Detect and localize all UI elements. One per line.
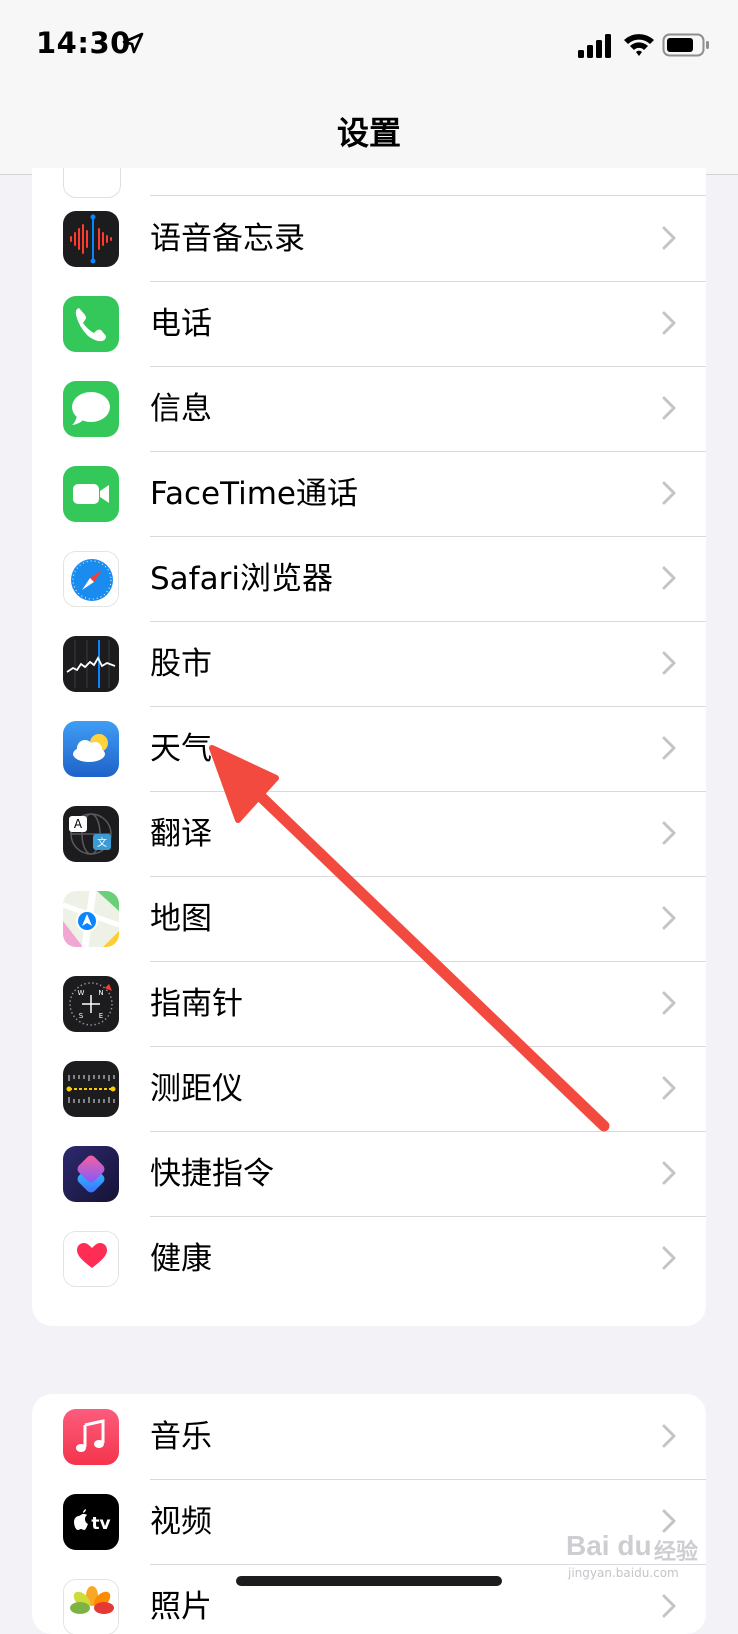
settings-group-apps: 语音备忘录 电话 信息 FaceTime通话 Safari浏览器 股市 天气 A… [32, 168, 706, 1326]
safari-icon [63, 551, 119, 607]
list-item-label: 音乐 [150, 1419, 212, 1455]
list-item-stocks[interactable]: 股市 [32, 621, 706, 707]
compass-icon: W N S E [63, 976, 119, 1032]
list-item-shortcuts[interactable]: 快捷指令 [32, 1131, 706, 1217]
chevron-right-icon [662, 1246, 676, 1270]
watermark-brand: Bai du [566, 1530, 652, 1561]
cellular-signal-icon [578, 34, 611, 58]
status-time: 14:30 [36, 26, 131, 60]
location-arrow-icon [122, 32, 144, 54]
svg-text:S: S [79, 1012, 84, 1020]
chevron-right-icon [662, 396, 676, 420]
list-item-label: 测距仪 [150, 1071, 243, 1107]
maps-icon [63, 891, 119, 947]
list-item-translate[interactable]: A 文 翻译 [32, 791, 706, 877]
svg-text:文: 文 [97, 836, 107, 849]
music-icon [63, 1409, 119, 1465]
chevron-right-icon [662, 1594, 676, 1618]
watermark: Bai du 经验 jingyan.baidu.com [560, 1528, 730, 1588]
watermark-url: jingyan.baidu.com [568, 1566, 679, 1580]
list-item-label: 语音备忘录 [150, 221, 305, 257]
chevron-right-icon [662, 566, 676, 590]
svg-text:tv: tv [91, 1514, 110, 1534]
list-item-label: Safari浏览器 [150, 561, 333, 597]
chevron-right-icon [662, 1424, 676, 1448]
chevron-right-icon [662, 1076, 676, 1100]
list-item-label: 快捷指令 [150, 1156, 274, 1192]
chevron-right-icon [662, 481, 676, 505]
list-item-label: 信息 [150, 391, 212, 427]
health-icon [63, 1231, 119, 1287]
list-item-label: FaceTime通话 [150, 476, 358, 512]
chevron-right-icon [662, 991, 676, 1015]
messages-icon [63, 381, 119, 437]
wifi-icon [624, 34, 654, 56]
page-title: 设置 [336, 114, 401, 152]
chevron-right-icon [662, 1161, 676, 1185]
battery-icon [662, 33, 709, 57]
status-bar: 14:30 [0, 0, 738, 90]
photos-icon [63, 1579, 119, 1634]
list-item-measure[interactable]: 测距仪 [32, 1046, 706, 1132]
list-item-compass[interactable]: W N S E 指南针 [32, 961, 706, 1047]
list-item-facetime[interactable]: FaceTime通话 [32, 451, 706, 537]
svg-text:W: W [78, 989, 85, 997]
list-item-label: 照片 [150, 1589, 212, 1625]
voice-memos-icon [63, 211, 119, 267]
facetime-icon [63, 466, 119, 522]
translate-icon: A 文 [63, 806, 119, 862]
weather-icon [63, 721, 119, 777]
phone-icon [63, 296, 119, 352]
list-item-voice-memos[interactable]: 语音备忘录 [32, 196, 706, 282]
list-item-label: 视频 [150, 1504, 212, 1540]
navigation-bar: 设置 [0, 90, 738, 175]
list-item-label: 指南针 [150, 986, 243, 1022]
partial-list-item[interactable] [32, 168, 706, 198]
list-item-weather[interactable]: 天气 [32, 706, 706, 792]
chevron-right-icon [662, 226, 676, 250]
list-item-label: 健康 [150, 1241, 212, 1277]
svg-text:N: N [98, 989, 103, 997]
stocks-icon [63, 636, 119, 692]
chevron-right-icon [662, 651, 676, 675]
apple-tv-icon: tv [63, 1494, 119, 1550]
list-item-music[interactable]: 音乐 [32, 1394, 706, 1480]
list-item-label: 翻译 [150, 816, 212, 852]
list-item-health[interactable]: 健康 [32, 1216, 706, 1302]
home-indicator[interactable] [236, 1576, 502, 1586]
list-item-maps[interactable]: 地图 [32, 876, 706, 962]
list-item-messages[interactable]: 信息 [32, 366, 706, 452]
settings-group-media: 音乐 tv 视频 照片 [32, 1394, 706, 1634]
list-item-label: 地图 [150, 901, 212, 937]
svg-text:A: A [74, 817, 83, 831]
measure-icon [63, 1061, 119, 1117]
list-item-safari[interactable]: Safari浏览器 [32, 536, 706, 622]
chevron-right-icon [662, 906, 676, 930]
shortcuts-icon [63, 1146, 119, 1202]
svg-text:E: E [99, 1012, 103, 1020]
chevron-right-icon [662, 821, 676, 845]
app-icon [63, 168, 121, 198]
list-item-phone[interactable]: 电话 [32, 281, 706, 367]
chevron-right-icon [662, 736, 676, 760]
list-item-label: 天气 [150, 731, 212, 767]
list-item-label: 股市 [150, 646, 212, 682]
watermark-label: 经验 [654, 1540, 699, 1565]
list-item-label: 电话 [150, 306, 212, 342]
chevron-right-icon [662, 311, 676, 335]
